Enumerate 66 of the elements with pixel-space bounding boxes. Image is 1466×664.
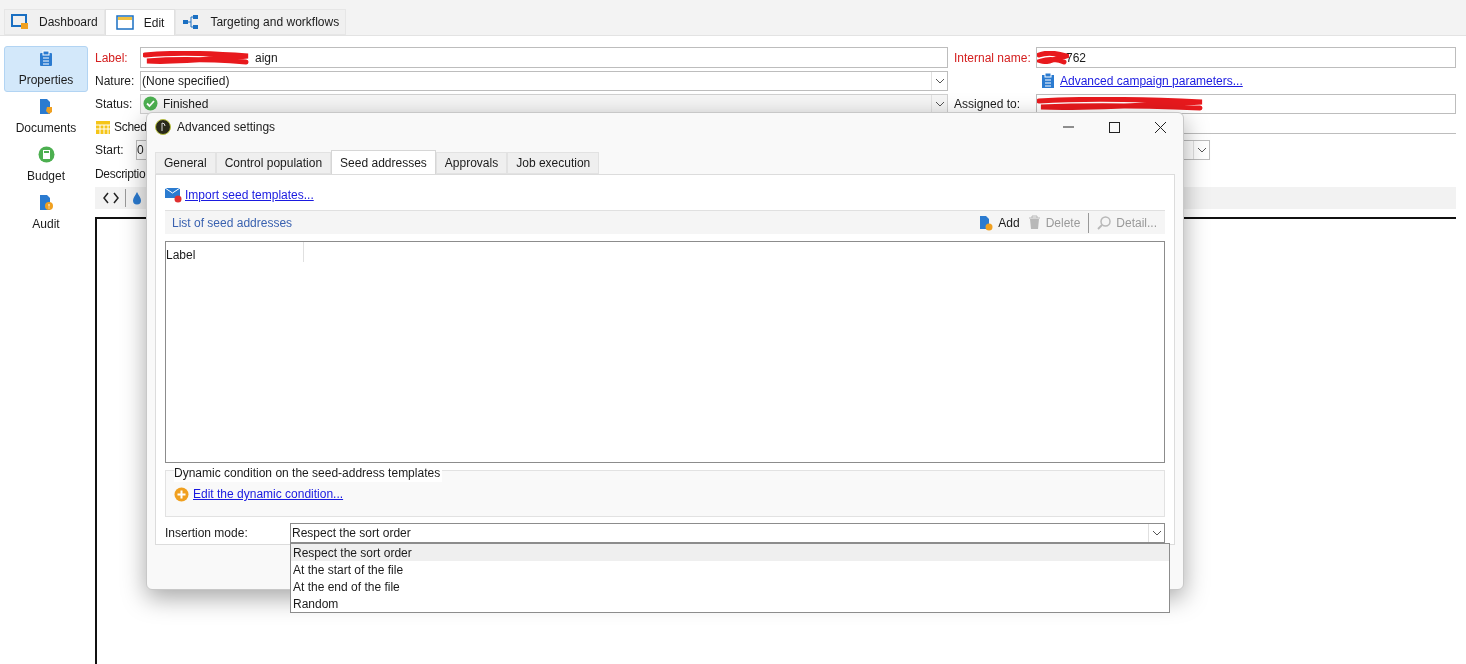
seed-address-list[interactable]: Label [165, 241, 1165, 463]
field-label: Label: [95, 49, 129, 67]
trash-icon [1027, 215, 1041, 230]
field-label: Internal name: [954, 49, 1032, 67]
sidebar-item[interactable]: Audit [4, 190, 88, 236]
edit-condition-link[interactable]: Edit the dynamic condition... [193, 485, 344, 503]
app-tab[interactable]: Edit [104, 9, 176, 35]
field-label: Insertion mode: [165, 525, 249, 542]
dialog-tab[interactable]: Job execution [507, 152, 600, 174]
sidebar-item[interactable]: Documents [4, 94, 88, 140]
dropdown-option[interactable]: Respect the sort order [291, 544, 1169, 561]
label-field[interactable]: aign [140, 47, 948, 68]
schedule-label: Sched [114, 118, 147, 136]
code-icon[interactable] [103, 192, 119, 204]
import-link[interactable]: Import seed templates... [185, 186, 314, 204]
dropdown-arrow-icon[interactable] [1148, 524, 1164, 542]
description-label: Descriptio [95, 166, 146, 183]
app-tab[interactable]: Targeting and workflows [175, 9, 347, 35]
window-icon [115, 15, 134, 30]
internal-name-field[interactable]: 762 [1036, 47, 1456, 68]
sidebar-item[interactable]: Properties [4, 46, 88, 92]
document-alert-icon [38, 193, 54, 211]
dropdown-arrow-icon[interactable] [931, 71, 947, 90]
dialog-tab[interactable]: General [155, 152, 216, 174]
minimize-icon [1062, 126, 1074, 128]
field-value: Finished [163, 95, 209, 113]
document-tag-icon [38, 97, 54, 115]
dropdown-arrow-icon[interactable] [1193, 140, 1209, 159]
field-label: Assigned to: [954, 95, 1022, 113]
field-value: 762 [1066, 49, 1087, 67]
clipboard-icon [39, 49, 53, 67]
field-value: 0 [137, 141, 144, 159]
drop-icon[interactable] [132, 191, 142, 205]
app-logo-icon [155, 119, 171, 135]
field-label: Nature: [95, 72, 136, 90]
field-value: aign [255, 49, 278, 67]
field-label: Status: [95, 95, 134, 113]
column-header[interactable]: Label [166, 242, 304, 262]
close-icon [1154, 121, 1166, 133]
field-value: (None specified) [141, 72, 230, 90]
dialog-tab[interactable]: Control population [215, 152, 332, 174]
maximize-icon [1108, 121, 1120, 133]
field-label: Start: [95, 141, 125, 159]
search-icon [1097, 215, 1112, 230]
app-tab[interactable]: Dashboard [4, 9, 105, 35]
dialog-title: Advanced settings [177, 119, 276, 136]
insertion-mode-dropdown[interactable]: Respect the sort order [290, 523, 1165, 543]
advanced-parameters-link[interactable]: Advanced campaign parameters... [1060, 71, 1243, 90]
calculator-icon [37, 145, 55, 163]
dialog-tab[interactable]: Approvals [435, 152, 508, 174]
status-dropdown[interactable]: Finished [140, 93, 948, 114]
monitor-icon [11, 14, 29, 30]
clipboard-icon [1042, 73, 1054, 88]
field-value: Respect the sort order [291, 525, 411, 542]
calendar-icon [95, 118, 111, 135]
nature-dropdown[interactable]: (None specified) [140, 70, 948, 91]
section-title: List of seed addresses [172, 214, 293, 232]
toolbar-button[interactable]: Add [979, 213, 1020, 232]
check-icon [143, 96, 158, 111]
mail-alert-icon [165, 187, 183, 203]
document-add-icon [979, 214, 994, 231]
plus-circle-icon [174, 486, 189, 502]
assigned-to-field[interactable] [1036, 93, 1456, 114]
dialog-tab[interactable]: Seed addresses [331, 150, 436, 174]
workflow-icon [182, 14, 201, 30]
sidebar-item[interactable]: Budget [4, 142, 88, 188]
